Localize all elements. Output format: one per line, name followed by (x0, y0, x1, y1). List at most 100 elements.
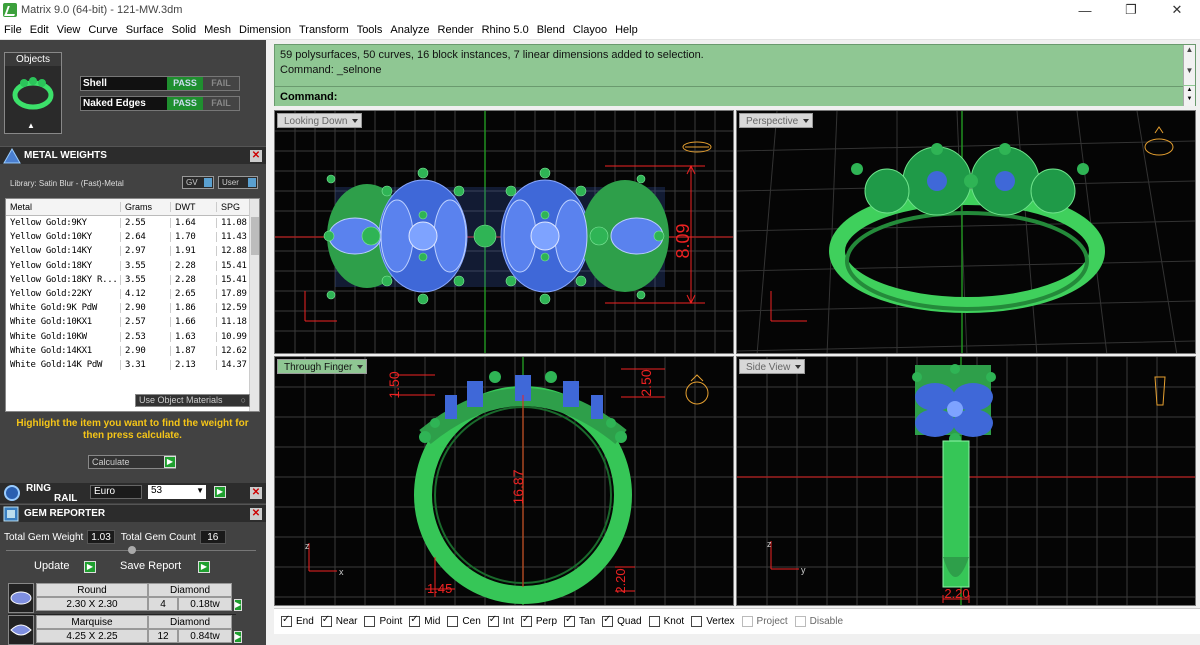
viewport-tab-perspective[interactable]: Perspective (739, 113, 814, 128)
menu-dimension[interactable]: Dimension (235, 20, 295, 40)
checkbox-icon[interactable] (320, 614, 332, 627)
column-grams[interactable]: Grams (120, 202, 170, 212)
checkbox-icon[interactable] (409, 614, 421, 627)
splitter-handle[interactable] (128, 546, 136, 554)
close-icon[interactable]: ✕ (250, 487, 262, 499)
menu-curve[interactable]: Curve (84, 20, 121, 40)
viewport-through-finger[interactable]: 1.50 2.50 16.87 1.45 2.20 z x Through Fi… (274, 356, 734, 606)
menu-tools[interactable]: Tools (353, 20, 387, 40)
viewport-looking-down[interactable]: 8.09 Looking Down (274, 110, 734, 354)
user-toggle[interactable]: User (218, 176, 258, 189)
osnap-near[interactable]: Near (320, 614, 357, 627)
ring-standard-field[interactable]: Euro (90, 485, 142, 499)
table-row[interactable]: White Gold:10KX1 2.57 1.66 11.18 (6, 315, 259, 329)
chevron-down-icon[interactable]: ▼ (196, 485, 204, 497)
menu-mesh[interactable]: Mesh (200, 20, 235, 40)
scroll-up-icon[interactable]: ▲ (1184, 45, 1195, 54)
checkbox-icon[interactable] (487, 614, 499, 627)
osnap-tan[interactable]: Tan (564, 614, 595, 627)
expand-arrow-icon[interactable]: ▲ (27, 121, 35, 130)
menu-surface[interactable]: Surface (122, 20, 168, 40)
table-row[interactable]: Yellow Gold:18KY 3.55 2.28 15.41 (6, 259, 259, 273)
gv-toggle[interactable]: GV (182, 176, 214, 189)
gem-row-button[interactable]: ▶ (234, 599, 243, 611)
osnap-vertex[interactable]: Vertex (691, 616, 735, 627)
restore-icon[interactable]: ❐ (1108, 0, 1154, 20)
menu-view[interactable]: View (53, 20, 85, 40)
menu-edit[interactable]: Edit (26, 20, 53, 40)
osnap-int[interactable]: Int (487, 614, 514, 627)
table-row[interactable]: Yellow Gold:22KY 4.12 2.65 17.89 (6, 287, 259, 301)
osnap-point[interactable]: Point (364, 616, 402, 627)
apply-ring-size-button[interactable]: ▶ (214, 486, 226, 498)
calculate-button[interactable]: ▶ (164, 456, 176, 468)
table-row[interactable]: White Gold:14K PdW 3.31 2.13 14.37 (6, 358, 259, 372)
menu-analyze[interactable]: Analyze (386, 20, 433, 40)
command-history[interactable]: 59 polysurfaces, 50 curves, 16 block ins… (274, 44, 1196, 106)
checkbox-icon[interactable] (564, 614, 576, 627)
menu-help[interactable]: Help (611, 20, 642, 40)
table-row[interactable]: White Gold:14KX1 2.90 1.87 12.62 (6, 344, 259, 358)
menu-blend[interactable]: Blend (533, 20, 569, 40)
column-dwt[interactable]: DWT (170, 202, 216, 212)
table-row[interactable]: Yellow Gold:18KY R... 3.55 2.28 15.41 (6, 273, 259, 287)
menu-solid[interactable]: Solid (168, 20, 200, 40)
save-report-button[interactable]: ▶ (198, 561, 210, 573)
viewport-tab-looking-down[interactable]: Looking Down (277, 113, 363, 128)
viewport-tab-through-finger[interactable]: Through Finger (277, 359, 368, 374)
osnap-perp[interactable]: Perp (520, 614, 557, 627)
close-icon[interactable]: ✕ (1154, 0, 1200, 20)
gem-row-round[interactable]: Round Diamond 2.30 X 2.30 4 0.18tw ▶ (8, 583, 243, 615)
update-button[interactable]: ▶ (84, 561, 96, 573)
checkbox-icon[interactable] (520, 614, 532, 627)
minimize-icon[interactable]: — (1062, 0, 1108, 20)
checkbox-icon[interactable] (364, 616, 376, 627)
use-object-materials-toggle[interactable]: Use Object Materials ○ (135, 394, 250, 407)
menu-file[interactable]: File (0, 20, 26, 40)
osnap-end[interactable]: End (281, 614, 314, 627)
checkbox-icon[interactable] (447, 616, 459, 627)
checkbox-icon[interactable] (741, 616, 753, 627)
checkbox-icon[interactable] (281, 614, 292, 627)
checkbox-icon[interactable] (691, 616, 703, 627)
osnap-mid[interactable]: Mid (409, 614, 440, 627)
gem-row-button[interactable]: ▶ (234, 631, 243, 643)
table-row[interactable]: Yellow Gold:9KY 2.55 1.64 11.08 (6, 216, 259, 230)
osnap-cen[interactable]: Cen (447, 616, 481, 627)
osnap-quad[interactable]: Quad (602, 614, 642, 627)
menu-rhino[interactable]: Rhino 5.0 (478, 20, 533, 40)
column-metal[interactable]: Metal (6, 202, 120, 212)
menu-render[interactable]: Render (434, 20, 478, 40)
grams-value: 2.97 (120, 246, 170, 257)
osnap-disable[interactable]: Disable (794, 616, 843, 627)
viewport-side-view[interactable]: 2.20 z y Side View (736, 356, 1196, 606)
menu-clayoo[interactable]: Clayoo (569, 20, 611, 40)
checkbox-icon[interactable] (602, 614, 614, 627)
checkbox-icon[interactable] (794, 616, 806, 627)
table-row[interactable]: Yellow Gold:14KY 2.97 1.91 12.88 (6, 244, 259, 258)
scroll-thumb[interactable] (251, 217, 259, 255)
table-row[interactable]: White Gold:10KW 2.53 1.63 10.99 (6, 330, 259, 344)
command-scrollbar[interactable]: ▲ ▼ (1183, 45, 1195, 85)
viewport-perspective[interactable]: Perspective (736, 110, 1196, 354)
table-row[interactable]: Yellow Gold:10KY 2.64 1.70 11.43 (6, 230, 259, 244)
table-row[interactable]: White Gold:9K PdW 2.90 1.86 12.59 (6, 301, 259, 315)
calculate-field[interactable]: Calculate (88, 455, 176, 469)
command-spinner[interactable]: ▲ ▼ (1183, 86, 1195, 106)
checkbox-icon[interactable] (648, 616, 660, 627)
scroll-down-icon[interactable]: ▼ (1184, 66, 1195, 75)
table-scrollbar[interactable] (249, 199, 259, 411)
osnap-project[interactable]: Project (741, 616, 788, 627)
ring-size-select[interactable]: 53 ▼ (148, 485, 206, 499)
close-icon[interactable]: ✕ (250, 507, 262, 520)
menu-transform[interactable]: Transform (295, 20, 353, 40)
metal-weights-table[interactable]: Metal Grams DWT SPG Yellow Gold:9KY 2.55 1… (5, 198, 260, 412)
gem-row-marquise[interactable]: Marquise Diamond 4.25 X 2.25 12 0.84tw ▶ (8, 615, 243, 645)
close-icon[interactable]: ✕ (250, 149, 262, 162)
osnap-knot[interactable]: Knot (648, 616, 684, 627)
viewport-tab-side-view[interactable]: Side View (739, 359, 806, 374)
column-spg[interactable]: SPG (216, 202, 250, 212)
objects-panel[interactable]: Objects ▲ (4, 52, 62, 134)
command-prompt[interactable]: Command: (275, 86, 1183, 106)
dimension-label: 1.45 (427, 581, 452, 596)
